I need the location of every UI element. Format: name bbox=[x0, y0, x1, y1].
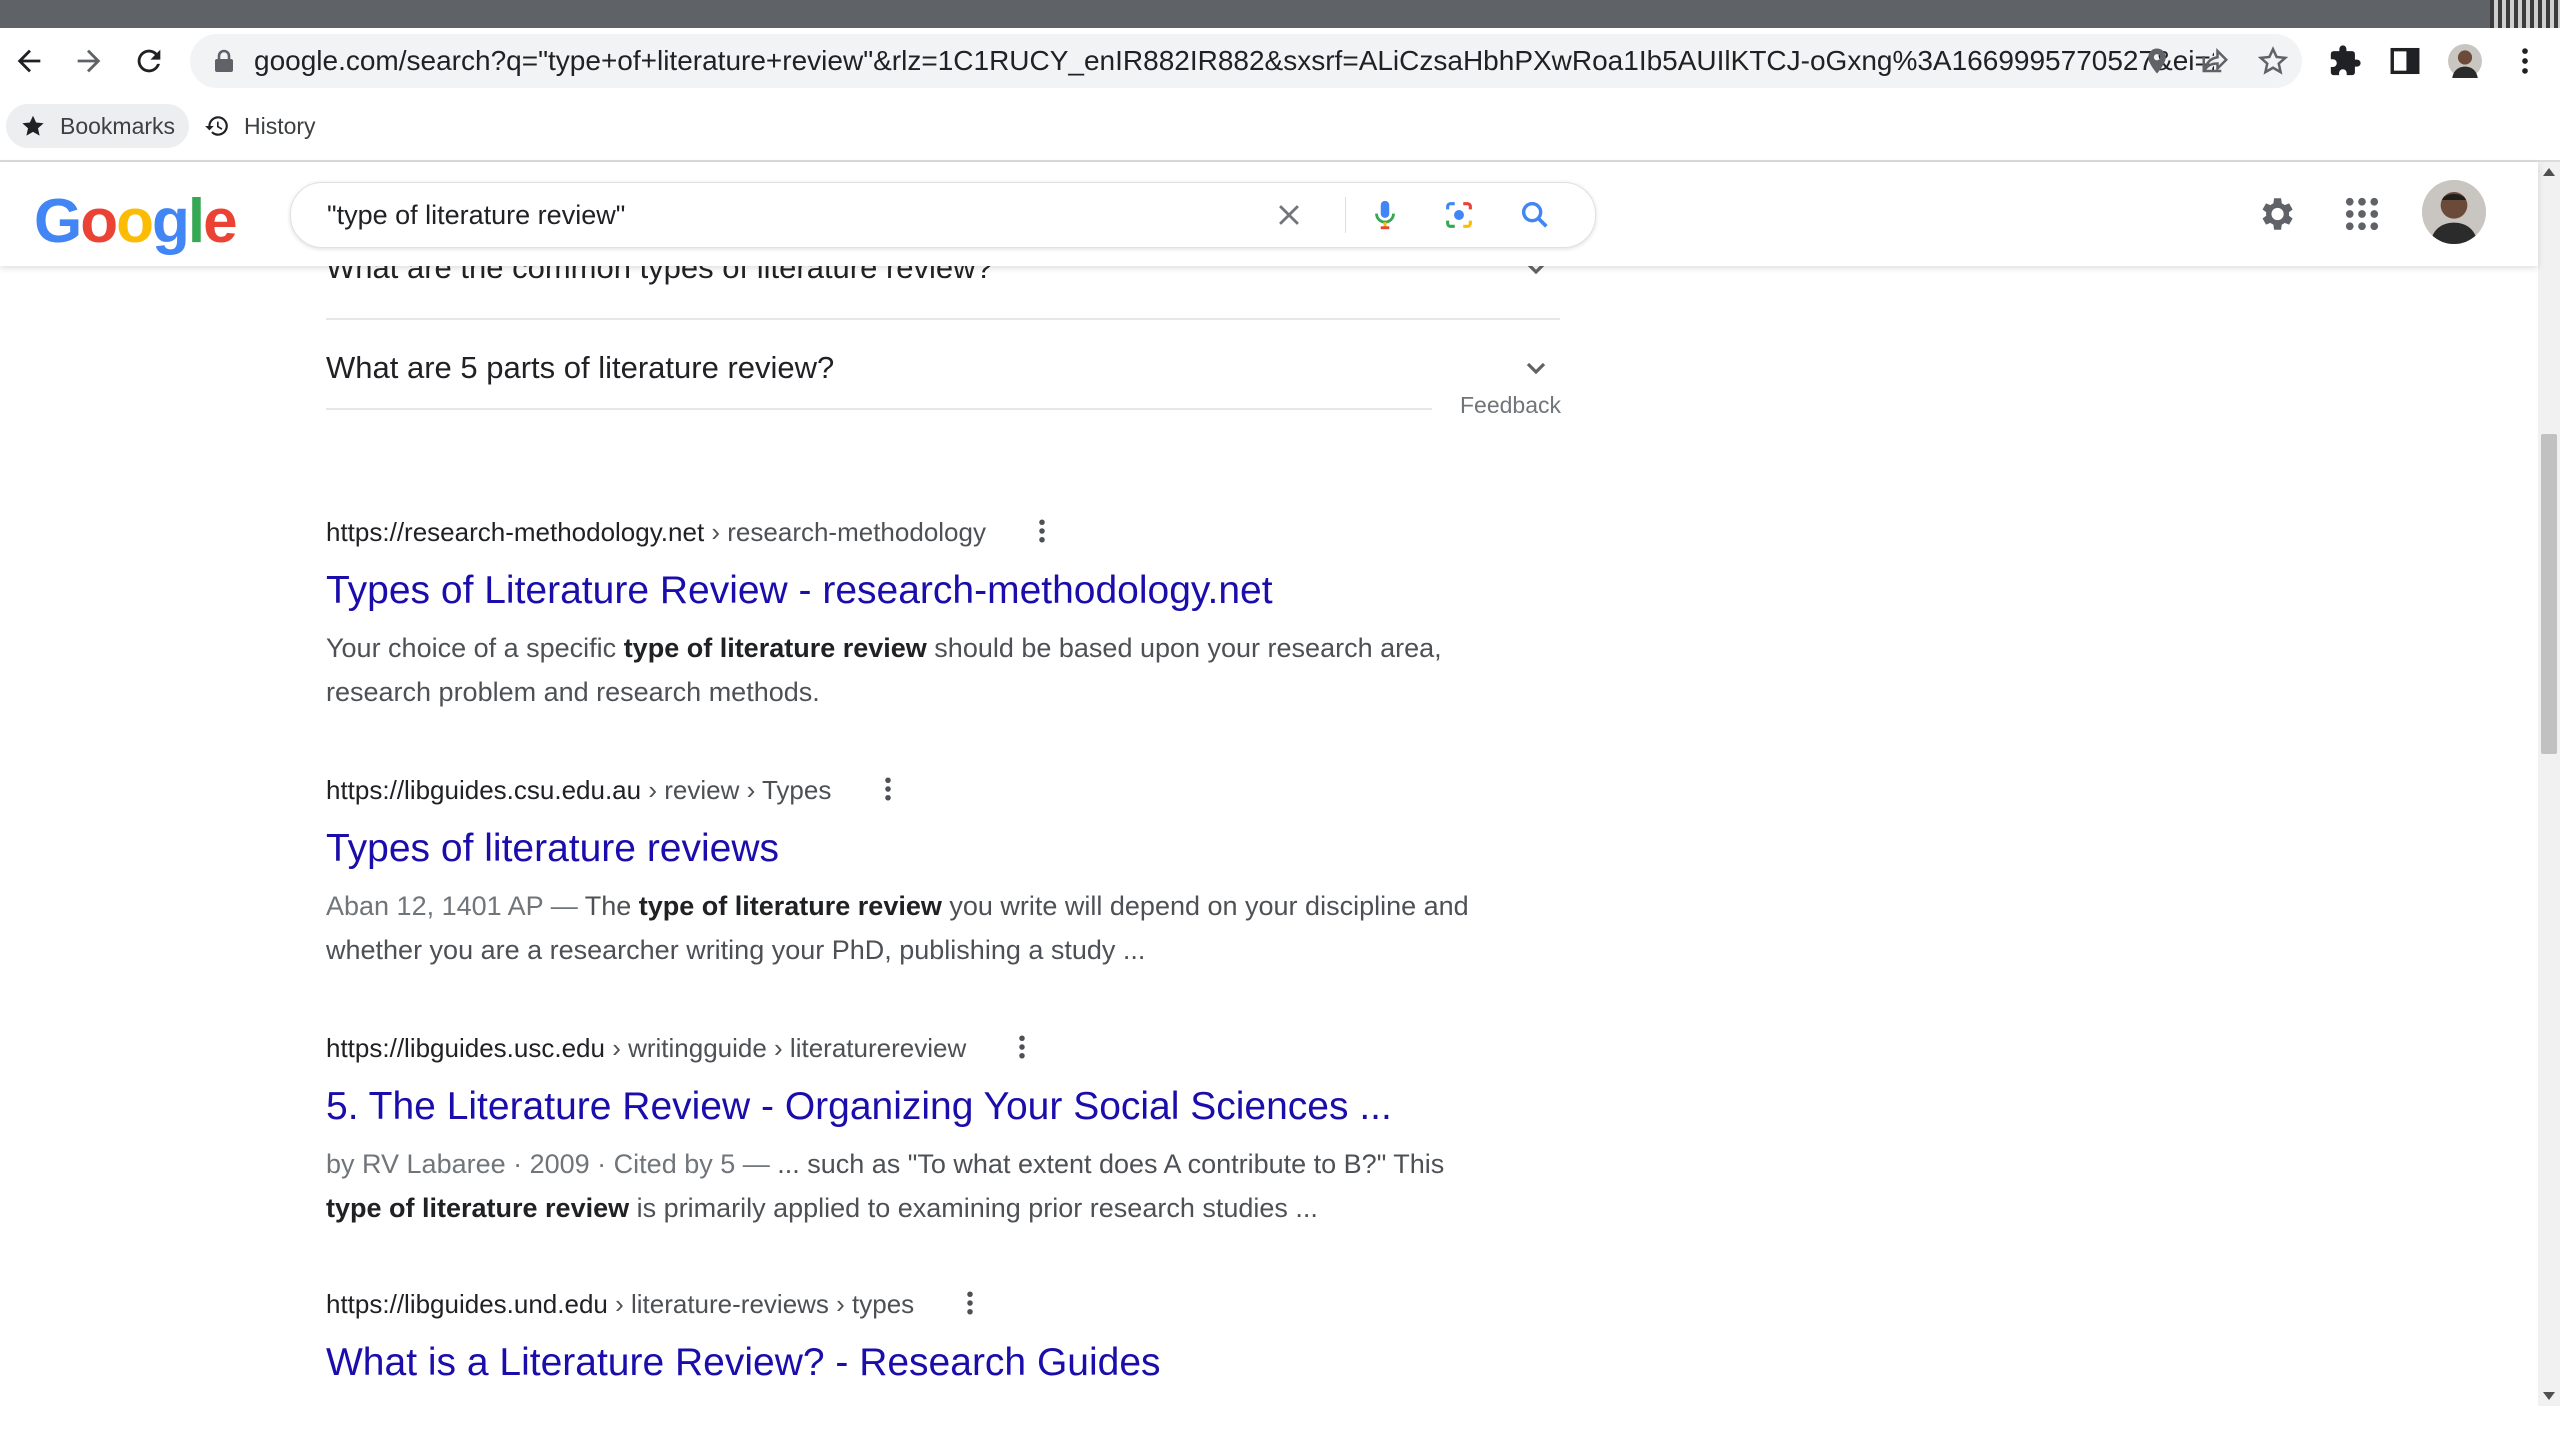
location-icon[interactable] bbox=[2142, 46, 2172, 76]
result-domain: https://libguides.csu.edu.au bbox=[326, 775, 642, 805]
puzzle-icon bbox=[2330, 45, 2361, 76]
result-cite[interactable]: https://libguides.und.edu › literature-r… bbox=[326, 1284, 1566, 1324]
search-box bbox=[290, 182, 1596, 248]
reload-button[interactable] bbox=[124, 36, 174, 86]
scrollbar-thumb[interactable] bbox=[2541, 434, 2557, 754]
lens-search-button[interactable] bbox=[1441, 197, 1477, 233]
search-divider bbox=[1345, 197, 1346, 233]
kebab-menu-icon bbox=[2522, 48, 2528, 74]
star-icon[interactable] bbox=[2258, 46, 2288, 76]
share-icon[interactable] bbox=[2200, 46, 2230, 76]
more-options-icon[interactable] bbox=[873, 774, 903, 804]
apps-grid-icon bbox=[2345, 197, 2379, 231]
history-icon bbox=[205, 116, 228, 136]
bookmarks-label: Bookmarks bbox=[60, 112, 176, 139]
result-path: › literature-reviews › types bbox=[607, 1289, 915, 1319]
extensions-button[interactable] bbox=[2320, 36, 2370, 86]
address-url[interactable]: google.com/search?q="type+of+literature+… bbox=[254, 34, 2214, 88]
history-label: History bbox=[244, 112, 316, 139]
microphone-icon bbox=[1375, 200, 1395, 230]
result-title-link[interactable]: What is a Literature Review? - Research … bbox=[326, 1338, 1566, 1388]
result-title-link[interactable]: Types of Literature Review - research-me… bbox=[326, 566, 1566, 616]
search-result: https://libguides.csu.edu.au › review › … bbox=[326, 770, 1566, 972]
lock-icon bbox=[215, 49, 233, 72]
reload-icon bbox=[137, 49, 161, 73]
camera-lens-icon bbox=[1446, 202, 1472, 228]
result-path: › review › Types bbox=[641, 775, 832, 805]
bookmarks-bar: Bookmarks History bbox=[0, 94, 2560, 162]
result-path: › writingguide › literaturereview bbox=[604, 1033, 967, 1063]
side-panel-icon bbox=[2390, 47, 2420, 75]
more-options-icon[interactable] bbox=[1027, 516, 1057, 546]
search-result: https://libguides.usc.edu › writingguide… bbox=[326, 1028, 1566, 1230]
account-avatar-icon bbox=[2422, 180, 2486, 244]
snippet-text: Your choice of a specific bbox=[326, 633, 624, 663]
divider bbox=[326, 408, 1432, 410]
feedback-link[interactable]: Feedback bbox=[1460, 392, 1561, 419]
result-cite[interactable]: https://libguides.csu.edu.au › review › … bbox=[326, 770, 1566, 810]
result-cite[interactable]: https://libguides.usc.edu › writingguide… bbox=[326, 1028, 1566, 1068]
settings-button[interactable] bbox=[2252, 190, 2300, 238]
bookmarks-button[interactable]: Bookmarks bbox=[6, 104, 190, 148]
forward-button[interactable] bbox=[64, 36, 114, 86]
search-result: https://research-methodology.net › resea… bbox=[326, 512, 1566, 714]
browser-tab-strip bbox=[0, 0, 2560, 28]
people-also-ask-item[interactable]: What are the common types of literature … bbox=[326, 266, 1560, 320]
side-panel-button[interactable] bbox=[2380, 36, 2430, 86]
scroll-up-arrow[interactable] bbox=[2543, 168, 2555, 176]
more-options-icon[interactable] bbox=[1007, 1032, 1037, 1062]
browser-toolbar: google.com/search?q="type+of+literature+… bbox=[0, 28, 2560, 94]
result-domain: https://research-methodology.net bbox=[326, 517, 705, 547]
scroll-down-arrow[interactable] bbox=[2543, 1392, 2555, 1400]
search-input[interactable] bbox=[327, 183, 1327, 247]
page-scrollbar[interactable] bbox=[2538, 162, 2560, 1406]
result-date: Aban 12, 1401 AP — bbox=[326, 891, 585, 921]
close-icon bbox=[1279, 205, 1299, 225]
star-filled-icon bbox=[22, 115, 44, 136]
result-domain: https://libguides.und.edu bbox=[326, 1289, 608, 1319]
result-byline: by RV Labaree · 2009 · Cited by 5 — bbox=[326, 1149, 778, 1179]
address-bar[interactable]: google.com/search?q="type+of+literature+… bbox=[190, 34, 2302, 88]
google-apps-button[interactable] bbox=[2338, 190, 2386, 238]
search-icon bbox=[1521, 201, 1548, 228]
result-path: › research-methodology bbox=[704, 517, 986, 547]
google-search-header: Google bbox=[0, 162, 2538, 266]
people-also-ask-item[interactable]: What are 5 parts of literature review? bbox=[326, 318, 1560, 418]
result-snippet: Your choice of a specific type of litera… bbox=[326, 626, 1486, 714]
gear-icon bbox=[2262, 198, 2293, 230]
result-title-link[interactable]: Types of literature reviews bbox=[326, 824, 1566, 874]
chevron-down-icon bbox=[1527, 266, 1545, 275]
snippet-text: ... such as "To what extent does A contr… bbox=[777, 1149, 1445, 1179]
search-result: https://libguides.und.edu › literature-r… bbox=[326, 1284, 1566, 1388]
result-snippet: Aban 12, 1401 AP — The type of literatur… bbox=[326, 884, 1486, 972]
snippet-text: is primarily applied to examining prior … bbox=[629, 1193, 1318, 1223]
arrow-right-icon bbox=[77, 49, 101, 73]
snippet-highlight: type of literature review bbox=[638, 891, 942, 921]
result-title-link[interactable]: 5. The Literature Review - Organizing Yo… bbox=[326, 1082, 1566, 1132]
clear-search-button[interactable] bbox=[1271, 197, 1307, 233]
profile-avatar-icon bbox=[2448, 44, 2482, 78]
back-button[interactable] bbox=[4, 36, 54, 86]
result-snippet: by RV Labaree · 2009 · Cited by 5 — ... … bbox=[326, 1142, 1486, 1230]
profile-button[interactable] bbox=[2440, 36, 2490, 86]
google-logo[interactable]: Google bbox=[34, 186, 238, 257]
window-edge bbox=[2490, 0, 2560, 28]
arrow-left-icon bbox=[17, 49, 41, 73]
history-button[interactable]: History bbox=[190, 104, 330, 148]
snippet-highlight: type of literature review bbox=[623, 633, 927, 663]
search-results: What are the common types of literature … bbox=[0, 266, 2538, 1406]
browser-menu-button[interactable] bbox=[2500, 36, 2550, 86]
paa-question: What are the common types of literature … bbox=[326, 266, 993, 285]
voice-search-button[interactable] bbox=[1367, 197, 1403, 233]
paa-question: What are 5 parts of literature review? bbox=[326, 350, 835, 385]
account-avatar[interactable] bbox=[2422, 180, 2486, 244]
result-cite[interactable]: https://research-methodology.net › resea… bbox=[326, 512, 1566, 552]
snippet-highlight: type of literature review bbox=[326, 1193, 630, 1223]
snippet-text: The bbox=[584, 891, 639, 921]
search-submit-button[interactable] bbox=[1517, 197, 1553, 233]
result-domain: https://libguides.usc.edu bbox=[326, 1033, 605, 1063]
more-options-icon[interactable] bbox=[955, 1288, 985, 1318]
chevron-down-icon bbox=[1526, 362, 1546, 375]
